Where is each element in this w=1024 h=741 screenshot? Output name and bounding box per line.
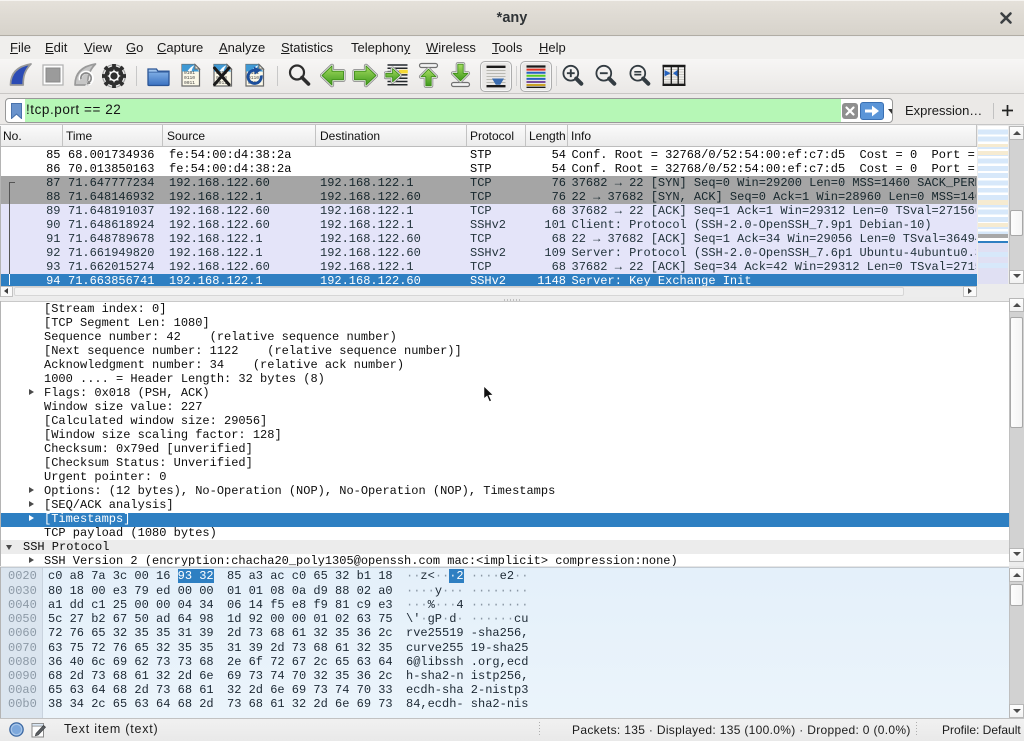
svg-text:0011: 0011 <box>184 80 195 86</box>
